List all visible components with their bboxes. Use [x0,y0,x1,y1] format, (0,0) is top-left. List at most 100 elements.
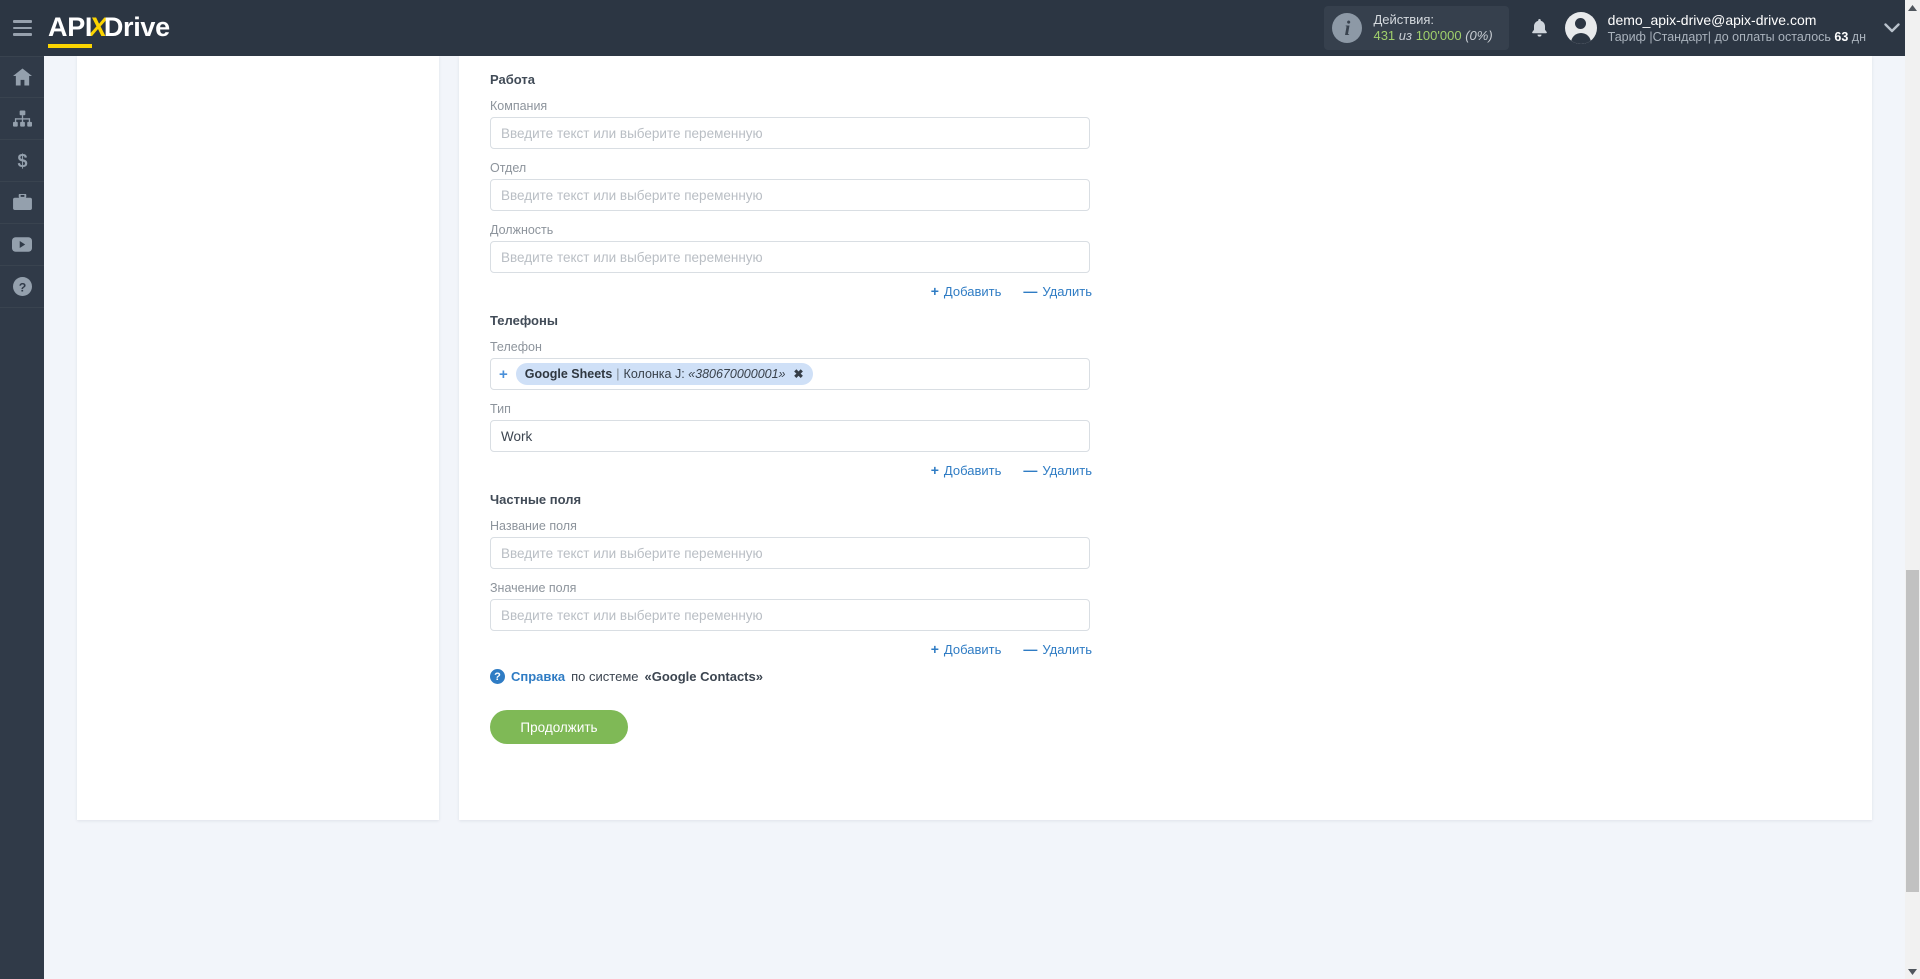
plan-days: 63 [1834,29,1849,44]
input-phone-type[interactable]: Work [490,420,1090,452]
label-company: Компания [490,99,548,113]
youtube-icon [12,237,32,252]
minus-icon: — [1023,283,1038,299]
burger-line [12,33,32,36]
add-button-work[interactable]: + Добавить [931,283,1002,299]
add-label: Добавить [943,641,1002,657]
add-remove-row-custom: + Добавить — Удалить [490,641,1092,657]
help-middle-text: по системе [571,669,639,684]
input-phone[interactable]: + Google Sheets | Колонка J: «3806700000… [490,358,1090,390]
add-button-phones[interactable]: + Добавить [931,462,1002,478]
question-circle-icon: ? [490,669,505,684]
sidebar-item-services[interactable] [0,182,44,224]
burger-line [12,26,32,30]
bell-icon[interactable] [1519,0,1561,56]
actions-quota-numbers: 431 из 100'000 (0%) [1373,28,1492,44]
input-company[interactable]: Введите текст или выберите переменную [490,117,1090,149]
actions-of-word: из [1398,28,1413,43]
plus-icon[interactable]: + [499,367,508,382]
left-sidebar: $ ? [0,56,44,979]
user-info-text: demo_apix-drive@apix-drive.com Тариф |Ст… [1608,11,1866,45]
question-circle-icon: ? [12,277,32,296]
scroll-up-arrow-icon[interactable] [1905,0,1920,15]
main-content-panel: Работа Компания Введите текст или выбери… [459,56,1872,820]
user-plan-info: Тариф |Стандарт| до оплаты осталось 63 д… [1608,29,1866,45]
input-position[interactable]: Введите текст или выберите переменную [490,241,1090,273]
plus-icon: + [930,283,939,299]
burger-line [12,20,32,23]
remove-button-phones[interactable]: — Удалить [1023,462,1092,478]
chip-column: Колонка J: [623,366,685,381]
label-phone: Телефон [490,340,542,354]
actions-quota-title: Действия: [1373,11,1435,27]
top-bar: API X Drive i Действия: 431 из 100'000 (0%… [0,0,1920,56]
remove-label: Удалить [1042,462,1092,478]
label-field-name: Название поля [490,519,577,533]
remove-label: Удалить [1042,283,1092,299]
remove-button-work[interactable]: — Удалить [1023,283,1092,299]
section-title-phones: Телефоны [490,313,558,328]
sidebar-item-home[interactable] [0,56,44,98]
remove-button-custom[interactable]: — Удалить [1023,641,1092,657]
svg-text:$: $ [17,151,27,170]
scrollbar-thumb[interactable] [1906,570,1919,892]
help-link-text[interactable]: Справка [511,669,565,684]
actions-quota-box[interactable]: i Действия: 431 из 100'000 (0%) [1324,6,1509,50]
plus-icon: + [930,641,939,657]
user-account-block[interactable]: demo_apix-drive@apix-drive.com Тариф |Ст… [1561,11,1872,45]
add-label: Добавить [943,462,1002,478]
actions-quota-text: Действия: 431 из 100'000 (0%) [1373,12,1492,45]
user-email: demo_apix-drive@apix-drive.com [1607,11,1817,28]
help-system-name: «Google Contacts» [644,669,763,684]
continue-button[interactable]: Продолжить [490,710,628,744]
chip-separator: | [616,366,620,381]
left-steps-panel [77,56,439,820]
plus-icon: + [930,462,939,478]
svg-text:?: ? [18,280,26,294]
sidebar-item-connections[interactable] [0,98,44,140]
label-phone-type: Тип [490,402,511,416]
dollar-icon: $ [17,151,27,170]
briefcase-icon [12,194,32,211]
add-remove-row-phones: + Добавить — Удалить [490,462,1092,478]
plan-suffix: дн [1848,29,1866,44]
actions-used: 431 [1373,28,1396,43]
remove-label: Удалить [1042,641,1092,657]
chip-value: «380670000001» [688,366,786,381]
help-link-row[interactable]: ? Справка по системе «Google Contacts» [490,669,1110,684]
variable-chip-phone[interactable]: Google Sheets | Колонка J: «380670000001… [515,362,813,386]
home-icon [12,68,32,86]
contact-fields-form: Работа Компания Введите текст или выбери… [490,56,1110,744]
section-title-custom-fields: Частные поля [490,492,582,507]
minus-icon: — [1023,641,1038,657]
chip-source: Google Sheets [524,366,613,381]
input-field-name[interactable]: Введите текст или выберите переменную [490,537,1090,569]
plan-prefix: Тариф |Стандарт| до оплаты осталось [1607,29,1835,44]
hamburger-menu-icon[interactable] [0,0,44,56]
input-field-value[interactable]: Введите текст или выберите переменную [490,599,1090,631]
add-label: Добавить [943,283,1002,299]
topbar-right-group: i Действия: 431 из 100'000 (0%) demo_api… [1324,0,1920,56]
section-title-work: Работа [490,72,535,87]
input-department[interactable]: Введите текст или выберите переменную [490,179,1090,211]
user-avatar-icon [1564,12,1597,44]
label-position: Должность [490,223,554,237]
close-icon[interactable]: ✖ [794,365,804,383]
scroll-down-arrow-icon[interactable] [1905,964,1920,979]
apixdrive-logo[interactable]: API X Drive [48,11,170,48]
sidebar-item-video[interactable] [0,224,44,266]
sidebar-item-billing[interactable]: $ [0,140,44,182]
info-icon: i [1332,13,1363,43]
add-button-custom[interactable]: + Добавить [931,641,1002,657]
sitemap-icon [12,109,32,127]
minus-icon: — [1023,462,1038,478]
logo-api-text: API [48,12,92,48]
add-remove-row-work: + Добавить — Удалить [490,283,1092,299]
label-department: Отдел [490,161,527,175]
sidebar-item-help[interactable]: ? [0,266,44,308]
page-scrollbar[interactable] [1905,0,1920,979]
actions-total: 100'000 [1415,28,1462,43]
actions-percent: (0%) [1465,28,1493,43]
label-field-value: Значение поля [490,581,577,595]
logo-drive-text: Drive [103,11,170,42]
